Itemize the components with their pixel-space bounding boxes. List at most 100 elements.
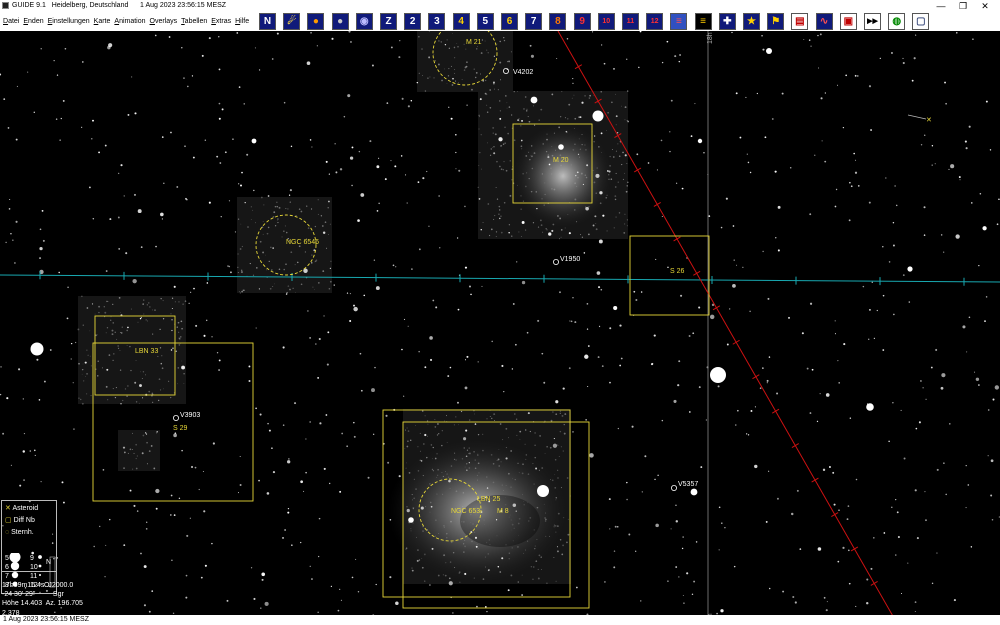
image-grain	[506, 107, 508, 109]
north-level-icon[interactable]: N	[259, 13, 276, 30]
german-flag-icon[interactable]: ≡	[694, 13, 712, 30]
menu-item-animation[interactable]: Animation	[114, 18, 145, 25]
document-icon[interactable]: ▤	[791, 13, 809, 30]
star	[548, 163, 551, 166]
star	[212, 442, 215, 445]
star	[842, 127, 845, 129]
cross-icon[interactable]: ✚	[718, 13, 736, 30]
star	[315, 343, 317, 345]
star	[34, 454, 36, 456]
image-grain	[300, 210, 303, 213]
zoom-z-icon[interactable]: Z	[380, 13, 397, 30]
legend-diffuse-nebula: ▢ Diff Nb	[5, 515, 35, 526]
restore-button[interactable]: ❐	[956, 0, 970, 12]
sky-chart[interactable]: 18h18h✕M 21M 20NGC 6546S 26LBN 33S 29LBN…	[0, 31, 1000, 625]
star	[40, 48, 42, 50]
star	[803, 39, 805, 41]
level-3-icon[interactable]: 3	[428, 13, 446, 30]
image-grain	[268, 260, 270, 263]
star	[271, 58, 274, 60]
sky-canvas[interactable]: 18h18h✕M 21M 20NGC 6546S 26LBN 33S 29LBN…	[0, 31, 1000, 625]
star	[384, 178, 387, 181]
window-icon[interactable]: ▢	[912, 13, 930, 30]
star	[871, 281, 873, 284]
magnitude-dot	[10, 561, 20, 571]
star	[731, 31, 733, 34]
level-8-icon[interactable]: 8	[549, 13, 567, 30]
globe-icon[interactable]: ◍	[888, 13, 906, 30]
level-7-icon[interactable]: 7	[525, 13, 543, 30]
planet-icon[interactable]: ◉	[355, 13, 373, 30]
star	[517, 119, 519, 121]
image-grain	[480, 168, 482, 170]
image-grain	[90, 365, 92, 367]
star	[463, 437, 467, 441]
level-6-icon[interactable]: 6	[501, 13, 518, 30]
star	[325, 414, 328, 416]
image-grain	[179, 335, 182, 338]
image-grain	[178, 301, 180, 303]
level-11-icon[interactable]: 11	[622, 13, 639, 30]
menu-item-overlays[interactable]: Overlays	[150, 18, 178, 25]
star	[817, 34, 819, 37]
star	[444, 44, 447, 46]
star	[747, 161, 750, 164]
star	[369, 140, 372, 143]
level-5-icon[interactable]: 5	[476, 13, 494, 30]
image-grain	[329, 280, 332, 283]
close-button[interactable]: ✕	[978, 0, 992, 12]
minimize-button[interactable]: —	[934, 0, 948, 12]
star	[346, 292, 349, 294]
star-level-icon[interactable]: ☄	[283, 13, 301, 30]
level-4-icon[interactable]: 4	[452, 13, 470, 30]
telescope-icon[interactable]: ⚑	[767, 13, 785, 30]
star	[688, 334, 691, 337]
star	[201, 54, 204, 57]
image-grain	[142, 303, 144, 305]
image-grain	[427, 435, 429, 437]
image-grain	[534, 432, 536, 434]
menu-item-enden[interactable]: Enden	[23, 18, 43, 25]
star	[339, 588, 341, 590]
menu-item-einstellungen[interactable]: Einstellungen	[48, 18, 90, 25]
level-2-icon[interactable]: 2	[404, 13, 422, 30]
image-grain	[151, 392, 154, 395]
chart-icon[interactable]: ∿	[815, 13, 833, 30]
star	[236, 32, 239, 34]
menu-item-karte[interactable]: Karte	[94, 18, 111, 25]
fast-forward-icon[interactable]: ▶▶	[864, 13, 881, 30]
us-flag-icon[interactable]: ≡	[670, 13, 688, 30]
star	[218, 102, 221, 105]
menu-item-tabellen[interactable]: Tabellen	[181, 18, 207, 25]
level-12-icon[interactable]: 12	[646, 13, 664, 30]
image-grain	[437, 63, 440, 66]
star	[170, 349, 173, 351]
star	[62, 99, 65, 102]
image-grain	[626, 225, 628, 227]
menu-item-extras[interactable]: Extras	[211, 18, 231, 25]
menu-item-hilfe[interactable]: Hilfe	[235, 18, 249, 25]
level-9-icon[interactable]: 9	[573, 13, 591, 30]
star	[15, 220, 18, 223]
menu-item-datei[interactable]: Datei	[3, 18, 19, 25]
star	[850, 185, 853, 188]
level-10-icon[interactable]: 10	[597, 13, 615, 30]
star	[619, 364, 622, 367]
star	[283, 101, 286, 104]
image-grain	[532, 578, 534, 580]
eu-flag-icon[interactable]: ★	[743, 13, 760, 30]
image-grain	[274, 206, 276, 208]
image-grain	[484, 79, 487, 82]
image-grain	[588, 97, 591, 99]
moon-icon[interactable]: ●	[331, 13, 349, 30]
image-grain	[126, 329, 128, 332]
star	[155, 488, 160, 494]
star	[511, 368, 514, 370]
sun-icon[interactable]: ●	[307, 13, 325, 30]
star	[776, 497, 779, 500]
star	[424, 366, 427, 369]
record-icon[interactable]: ▣	[839, 13, 857, 30]
image-grain	[623, 232, 626, 234]
image-grain	[135, 359, 137, 361]
image-grain	[406, 427, 408, 429]
